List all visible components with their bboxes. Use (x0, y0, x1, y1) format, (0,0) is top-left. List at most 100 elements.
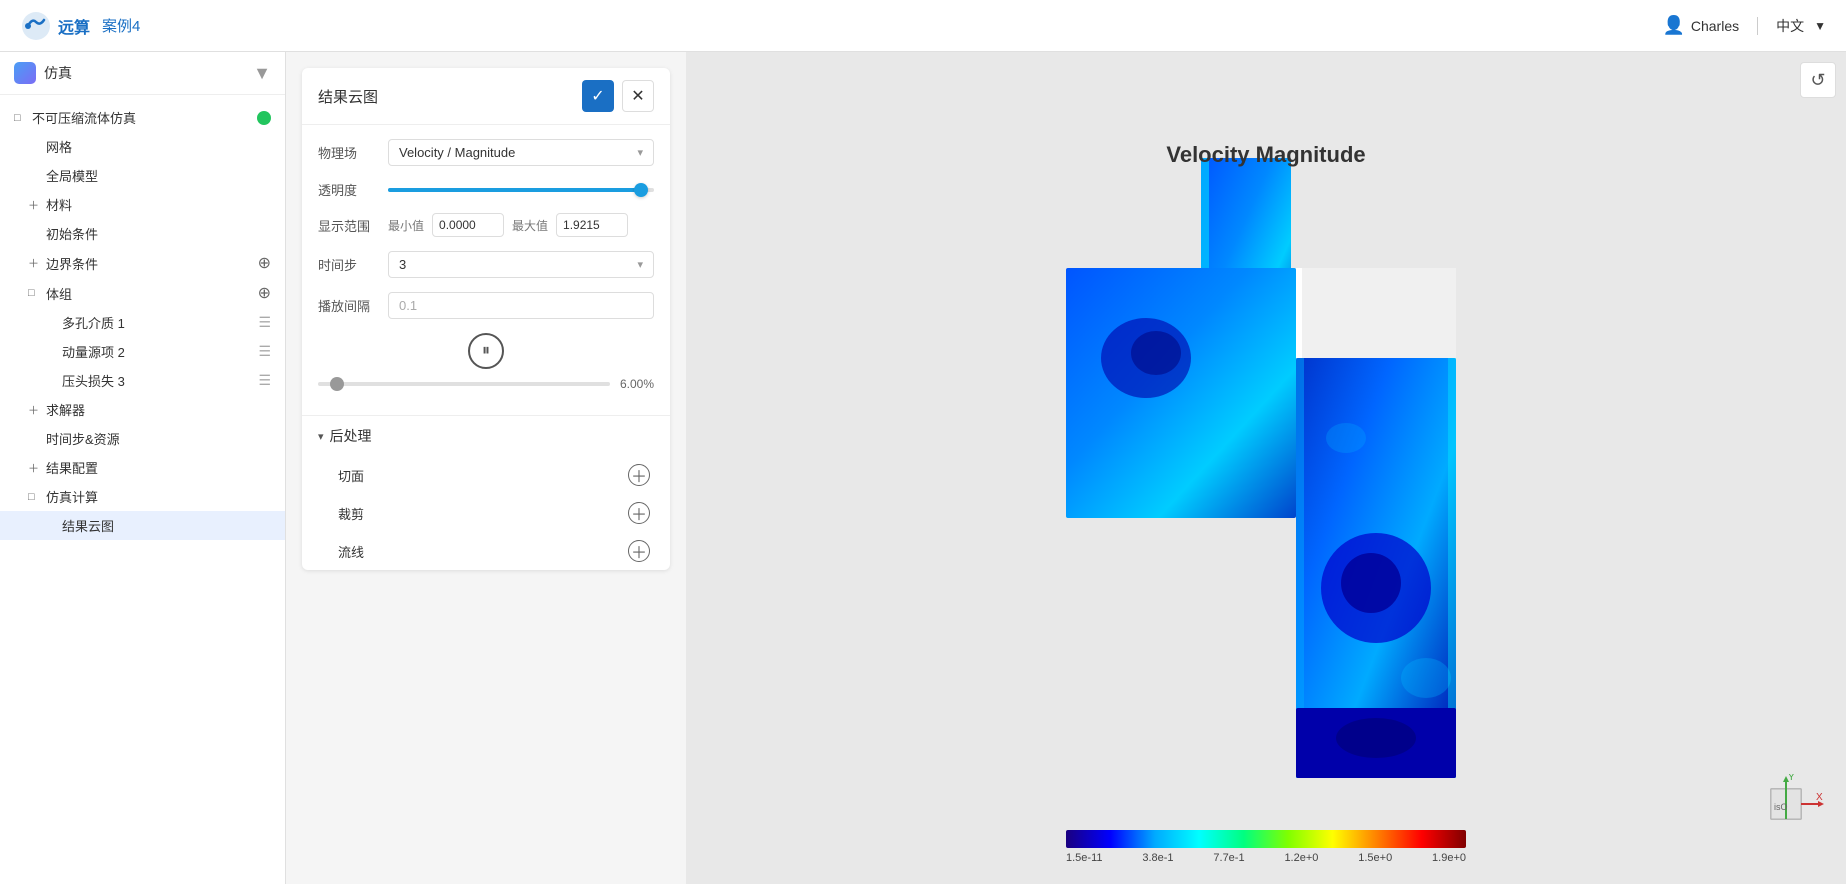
interval-row: 播放间隔 (318, 292, 654, 319)
physics-field-label: 物理场 (318, 143, 378, 162)
sidebar-item-result-contour[interactable]: 结果云图 (0, 511, 285, 540)
expand-icon[interactable]: □ (28, 287, 42, 299)
sim-type-icon (14, 62, 36, 84)
axes-svg: Y X isO (1756, 774, 1826, 844)
post-item-cut-plane: 切面 ＋ (302, 456, 670, 494)
expand-icon[interactable]: ＋ (28, 402, 42, 418)
panel-area: 结果云图 ✓ ✕ 物理场 Velocity / Magnitude ▾ (286, 52, 686, 884)
expand-icon[interactable]: □ (28, 491, 42, 503)
sidebar-title: 仿真 (44, 63, 72, 83)
sidebar-item-mesh[interactable]: 网格 (0, 132, 285, 161)
sidebar-item-label: 体组 (46, 284, 254, 303)
play-controls: ⏸ (318, 333, 654, 369)
expand-icon[interactable]: □ (14, 112, 28, 124)
sidebar-item-label: 边界条件 (46, 254, 254, 273)
add-clip-button[interactable]: ＋ (628, 502, 650, 524)
sidebar-item-timestep-resource[interactable]: 时间步&资源 (0, 424, 285, 453)
physics-field-row: 物理场 Velocity / Magnitude ▾ (318, 139, 654, 166)
colorbar-label-0: 1.5e-11 (1066, 852, 1103, 864)
sidebar-item-sim-calc[interactable]: □ 仿真计算 (0, 482, 285, 511)
panel-title: 结果云图 (318, 86, 378, 107)
progress-track (318, 382, 610, 386)
colorbar-labels: 1.5e-11 3.8e-1 7.7e-1 1.2e+0 1.5e+0 1.9e… (1066, 852, 1466, 864)
chevron-down-icon: ▾ (637, 146, 643, 159)
post-processing-section[interactable]: ▾ 后处理 (302, 415, 670, 456)
select-box[interactable]: Velocity / Magnitude ▾ (388, 139, 654, 166)
sidebar-item-result-config[interactable]: ＋ 结果配置 (0, 453, 285, 482)
menu-icon[interactable]: ☰ (258, 314, 271, 331)
panel-header: 结果云图 ✓ ✕ (302, 68, 670, 125)
sidebar-item-volume-groups[interactable]: □ 体组 ⊕ (0, 278, 285, 308)
sidebar-item-initial-conditions[interactable]: 初始条件 (0, 219, 285, 248)
timestep-value: 3 (399, 257, 406, 272)
timestep-select[interactable]: 3 ▾ (388, 251, 654, 278)
slider-thumb[interactable] (634, 183, 648, 197)
min-label: 最小值 (388, 217, 424, 234)
sidebar-item-head-loss-3[interactable]: 压头损失 3 ☰ (0, 366, 285, 395)
sidebar: 仿真 ▼ □ 不可压缩流体仿真 网格 全局模型 ＋ (0, 52, 286, 884)
panel-actions: ✓ ✕ (582, 80, 654, 112)
add-boundary-icon[interactable]: ⊕ (258, 253, 271, 273)
add-volume-icon[interactable]: ⊕ (258, 283, 271, 303)
slider-track (388, 188, 654, 192)
sidebar-collapse-button[interactable]: ▼ (253, 63, 271, 84)
cfd-svg (1006, 158, 1526, 778)
logo: 远算 (20, 10, 90, 42)
sidebar-item-solver[interactable]: ＋ 求解器 (0, 395, 285, 424)
sidebar-item-incompressible-sim[interactable]: □ 不可压缩流体仿真 (0, 103, 285, 132)
viewport: ↺ (686, 52, 1846, 884)
add-cut-plane-button[interactable]: ＋ (628, 464, 650, 486)
sidebar-header: 仿真 ▼ (0, 52, 285, 95)
section-collapse-icon: ▾ (318, 430, 324, 443)
physics-field-select[interactable]: Velocity / Magnitude ▾ (388, 139, 654, 166)
language-selector[interactable]: 中文 (1776, 16, 1804, 36)
interval-label: 播放间隔 (318, 296, 378, 315)
section-title: 后处理 (330, 426, 372, 446)
min-value-input[interactable] (432, 213, 504, 237)
sidebar-item-label: 材料 (46, 195, 271, 214)
menu-icon[interactable]: ☰ (258, 372, 271, 389)
logo-icon (20, 10, 52, 42)
language-arrow-icon[interactable]: ▼ (1814, 19, 1826, 33)
progress-thumb[interactable] (330, 377, 344, 391)
header-divider (1757, 17, 1758, 35)
timestep-select-box[interactable]: 3 ▾ (388, 251, 654, 278)
chevron-down-icon: ▾ (637, 258, 643, 271)
close-button[interactable]: ✕ (622, 80, 654, 112)
sidebar-item-label: 全局模型 (46, 166, 271, 185)
add-streamline-button[interactable]: ＋ (628, 540, 650, 562)
sidebar-item-porous-1[interactable]: 多孔介质 1 ☰ (0, 308, 285, 337)
expand-icon[interactable]: ＋ (28, 255, 42, 271)
max-value-input[interactable] (556, 213, 628, 237)
pause-button[interactable]: ⏸ (468, 333, 504, 369)
post-item-clip: 裁剪 ＋ (302, 494, 670, 532)
colorbar-label-1: 3.8e-1 (1142, 852, 1173, 864)
header-right: 👤 Charles 中文 ▼ (1662, 15, 1826, 36)
sidebar-item-label: 网格 (46, 137, 271, 156)
sidebar-item-boundary-conditions[interactable]: ＋ 边界条件 ⊕ (0, 248, 285, 278)
header: 远算 案例4 👤 Charles 中文 ▼ (0, 0, 1846, 52)
axes-indicator: Y X isO (1756, 774, 1826, 844)
sidebar-item-momentum-2[interactable]: 动量源项 2 ☰ (0, 337, 285, 366)
y-axis-label: Y (1788, 774, 1795, 783)
cfd-view (686, 52, 1846, 884)
sidebar-item-materials[interactable]: ＋ 材料 (0, 190, 285, 219)
expand-icon[interactable]: ＋ (28, 197, 42, 213)
sidebar-item-label: 动量源项 2 (62, 342, 254, 361)
sidebar-item-global-model[interactable]: 全局模型 (0, 161, 285, 190)
transparency-slider[interactable] (388, 188, 654, 192)
sidebar-item-label: 结果云图 (62, 516, 271, 535)
select-value: Velocity / Magnitude (399, 145, 515, 160)
svg-text:isO: isO (1774, 802, 1788, 812)
user-avatar-icon: 👤 (1662, 15, 1684, 36)
colorbar-label-5: 1.9e+0 (1432, 852, 1466, 864)
menu-icon[interactable]: ☰ (258, 343, 271, 360)
project-name: 案例4 (102, 15, 140, 36)
header-left: 远算 案例4 (20, 10, 140, 42)
expand-icon[interactable]: ＋ (28, 460, 42, 476)
confirm-button[interactable]: ✓ (582, 80, 614, 112)
timestep-row: 时间步 3 ▾ (318, 251, 654, 278)
colorbar-label-3: 1.2e+0 (1284, 852, 1318, 864)
interval-input[interactable] (388, 292, 654, 319)
post-item-label: 切面 (338, 466, 364, 485)
